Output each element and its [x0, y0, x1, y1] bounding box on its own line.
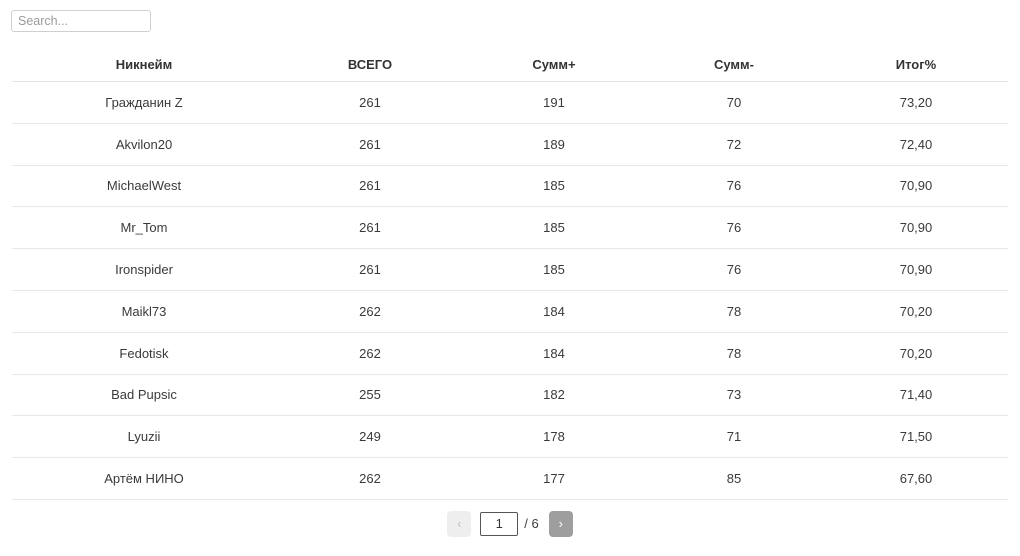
- cell-percent: 70,90: [824, 206, 1008, 250]
- cell-nickname: Lyuzii: [12, 415, 276, 459]
- cell-minus: 78: [644, 290, 824, 333]
- cell-percent: 71,50: [824, 415, 1008, 459]
- cell-percent: 70,20: [824, 332, 1008, 375]
- cell-plus: 191: [464, 81, 644, 124]
- table-row[interactable]: Maikl73 262 184 78 70,20: [12, 290, 1008, 333]
- cell-nickname: Maikl73: [12, 290, 276, 333]
- cell-nickname: Akvilon20: [12, 123, 276, 166]
- cell-plus: 184: [464, 332, 644, 375]
- previous-page-button[interactable]: ‹: [447, 510, 472, 537]
- page-number-input[interactable]: [480, 511, 519, 536]
- cell-total: 255: [276, 374, 464, 417]
- cell-minus: 85: [644, 457, 824, 500]
- cell-plus: 178: [464, 415, 644, 459]
- cell-nickname: Гражданин Z: [12, 81, 276, 124]
- column-header-minus[interactable]: Сумм-: [644, 48, 824, 82]
- cell-minus: 73: [644, 374, 824, 417]
- cell-percent: 73,20: [824, 81, 1008, 124]
- table-row[interactable]: Bad Pupsic 255 182 73 71,40: [12, 374, 1008, 417]
- cell-total: 261: [276, 81, 464, 124]
- cell-plus: 185: [464, 206, 644, 250]
- cell-percent: 70,90: [824, 165, 1008, 208]
- table-row[interactable]: Ironspider 261 185 76 70,90: [12, 248, 1008, 291]
- search-input[interactable]: [11, 10, 151, 32]
- cell-nickname: Артём НИНО: [12, 457, 276, 500]
- cell-total: 262: [276, 332, 464, 375]
- column-header-total[interactable]: ВСЕГО: [276, 48, 464, 82]
- cell-percent: 72,40: [824, 123, 1008, 166]
- column-header-plus[interactable]: Сумм+: [464, 48, 644, 82]
- search-row: [0, 0, 1020, 32]
- total-pages-label: / 6: [524, 516, 539, 532]
- cell-minus: 78: [644, 332, 824, 375]
- cell-plus: 182: [464, 374, 644, 417]
- leaderboard-page: Никнейм ВСЕГО Сумм+ Сумм- Итог% Граждани…: [0, 0, 1020, 556]
- table-row[interactable]: MichaelWest 261 185 76 70,90: [12, 165, 1008, 208]
- table-row[interactable]: Гражданин Z 261 191 70 73,20: [12, 81, 1008, 124]
- cell-plus: 185: [464, 165, 644, 208]
- cell-plus: 184: [464, 290, 644, 333]
- cell-minus: 71: [644, 415, 824, 459]
- cell-percent: 70,90: [824, 248, 1008, 291]
- pagination: ‹ / 6 ›: [0, 510, 1020, 537]
- table-header: Никнейм ВСЕГО Сумм+ Сумм- Итог%: [12, 48, 1008, 82]
- cell-plus: 177: [464, 457, 644, 500]
- cell-total: 261: [276, 206, 464, 250]
- table-header-row: Никнейм ВСЕГО Сумм+ Сумм- Итог%: [12, 48, 1008, 82]
- cell-total: 261: [276, 165, 464, 208]
- cell-percent: 67,60: [824, 457, 1008, 500]
- cell-total: 261: [276, 248, 464, 291]
- cell-plus: 189: [464, 123, 644, 166]
- leaderboard-table-container: Никнейм ВСЕГО Сумм+ Сумм- Итог% Граждани…: [12, 48, 1008, 500]
- cell-plus: 185: [464, 248, 644, 291]
- table-row[interactable]: Fedotisk 262 184 78 70,20: [12, 332, 1008, 375]
- table-row[interactable]: Mr_Tom 261 185 76 70,90: [12, 206, 1008, 250]
- table-row[interactable]: Артём НИНО 262 177 85 67,60: [12, 457, 1008, 500]
- cell-total: 249: [276, 415, 464, 459]
- cell-minus: 76: [644, 165, 824, 208]
- column-header-percent[interactable]: Итог%: [824, 48, 1008, 82]
- cell-minus: 76: [644, 248, 824, 291]
- cell-nickname: Fedotisk: [12, 332, 276, 375]
- cell-minus: 72: [644, 123, 824, 166]
- table-row[interactable]: Akvilon20 261 189 72 72,40: [12, 123, 1008, 166]
- table-row[interactable]: Lyuzii 249 178 71 71,50: [12, 415, 1008, 459]
- leaderboard-table: Никнейм ВСЕГО Сумм+ Сумм- Итог% Граждани…: [12, 48, 1008, 500]
- next-page-button[interactable]: ›: [548, 510, 573, 537]
- cell-percent: 70,20: [824, 290, 1008, 333]
- cell-nickname: Bad Pupsic: [12, 374, 276, 417]
- cell-nickname: Ironspider: [12, 248, 276, 291]
- cell-nickname: MichaelWest: [12, 165, 276, 208]
- cell-total: 262: [276, 457, 464, 500]
- table-body: Гражданин Z 261 191 70 73,20 Akvilon20 2…: [12, 81, 1008, 500]
- cell-nickname: Mr_Tom: [12, 206, 276, 250]
- cell-percent: 71,40: [824, 374, 1008, 417]
- cell-minus: 76: [644, 206, 824, 250]
- cell-total: 262: [276, 290, 464, 333]
- column-header-nickname[interactable]: Никнейм: [12, 48, 276, 82]
- cell-minus: 70: [644, 81, 824, 124]
- cell-total: 261: [276, 123, 464, 166]
